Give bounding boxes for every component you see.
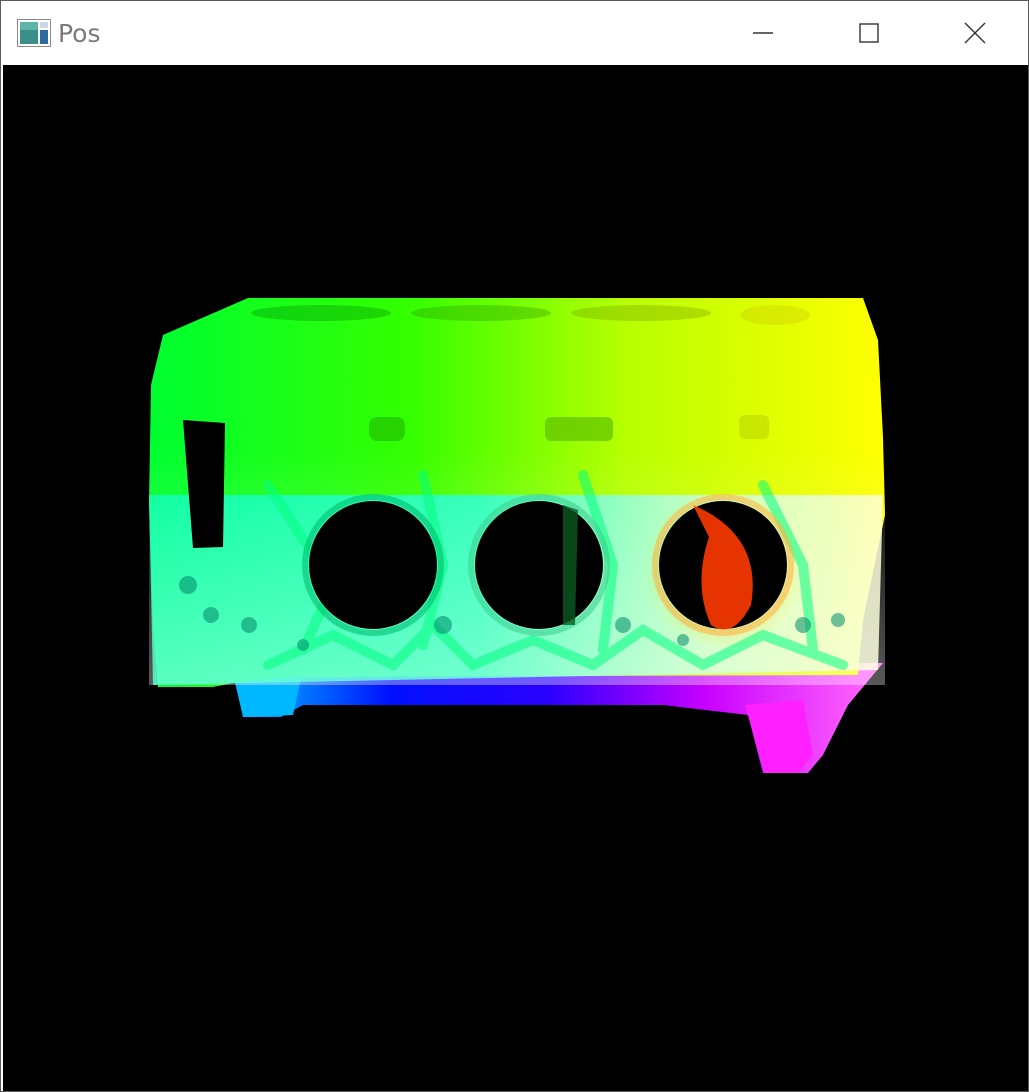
cylinder-bore-2 (475, 501, 603, 629)
minimize-icon (752, 22, 774, 44)
close-button[interactable] (922, 1, 1028, 65)
maximize-button[interactable] (816, 1, 922, 65)
minimize-button[interactable] (710, 1, 816, 65)
cylinder-bores (302, 494, 794, 636)
application-icon (17, 19, 51, 47)
app-window: Pos (0, 0, 1029, 1092)
cylinder-bore-1 (309, 501, 437, 629)
maximize-icon (858, 22, 880, 44)
engine-block-render (149, 295, 885, 773)
title-bar[interactable]: Pos (1, 1, 1028, 65)
window-title: Pos (58, 19, 101, 48)
close-icon (964, 22, 986, 44)
render-viewport[interactable] (3, 65, 1028, 1091)
